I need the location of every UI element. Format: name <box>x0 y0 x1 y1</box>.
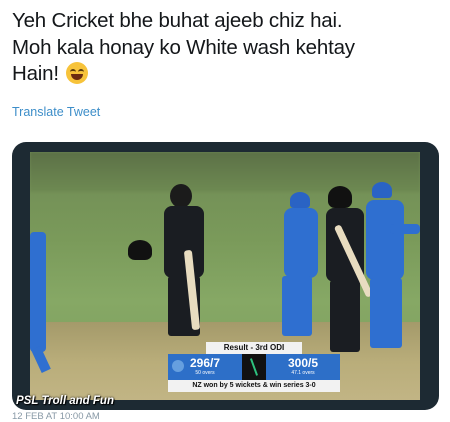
india-player-cap <box>290 192 310 208</box>
team2-overs: 47.1 overs <box>291 370 315 376</box>
india-player-2-cap <box>372 182 392 198</box>
scorecard-scores: 296/7 50 overs 300/5 47.1 overs <box>166 354 342 380</box>
india-player-body <box>284 208 318 278</box>
fern-logo-icon <box>242 354 266 380</box>
player-left-edge <box>30 232 46 352</box>
india-player-legs <box>282 276 312 336</box>
translate-tweet-link[interactable]: Translate Tweet <box>12 105 100 119</box>
team1-logo-icon <box>172 360 184 372</box>
helmet-held <box>128 240 152 260</box>
tweet-line-3: Hain! <box>12 61 442 88</box>
tweet-line-3-text: Hain! <box>12 62 59 85</box>
team2-score: 300/5 <box>287 356 319 370</box>
match-photo: Result - 3rd ODI 296/7 50 overs 300/5 47… <box>30 152 420 400</box>
tweet-timestamp: 12 FEB AT 10:00 AM <box>12 411 100 422</box>
scorecard-result: NZ won by 5 wickets & win series 3-0 <box>168 380 340 392</box>
scorecard-title: Result - 3rd ODI <box>206 342 302 354</box>
india-player-2-arm <box>390 224 420 234</box>
tweet-line-2: Moh kala honay ko White wash kehtay <box>12 35 355 59</box>
india-player-2-body <box>366 200 404 280</box>
scorecard-overlay: Result - 3rd ODI 296/7 50 overs 300/5 47… <box>166 342 342 394</box>
nz-player-2-helmet <box>328 186 352 208</box>
watermark: PSL Troll and Fun <box>16 395 114 407</box>
nz-player-body <box>164 206 204 278</box>
tweet-text: Yeh Cricket bhe buhat ajeeb chiz hai. Mo… <box>12 8 442 88</box>
tweet-media[interactable]: Result - 3rd ODI 296/7 50 overs 300/5 47… <box>12 142 439 410</box>
laughing-emoji-icon <box>66 62 89 84</box>
team1-panel: 296/7 50 overs <box>168 354 242 380</box>
team2-panel: 300/5 47.1 overs <box>266 354 340 380</box>
tweet-line-1: Yeh Cricket bhe buhat ajeeb chiz hai. <box>12 9 343 32</box>
india-player-2-legs <box>370 278 402 348</box>
nz-player-head <box>170 184 192 208</box>
background-blur <box>30 152 420 192</box>
